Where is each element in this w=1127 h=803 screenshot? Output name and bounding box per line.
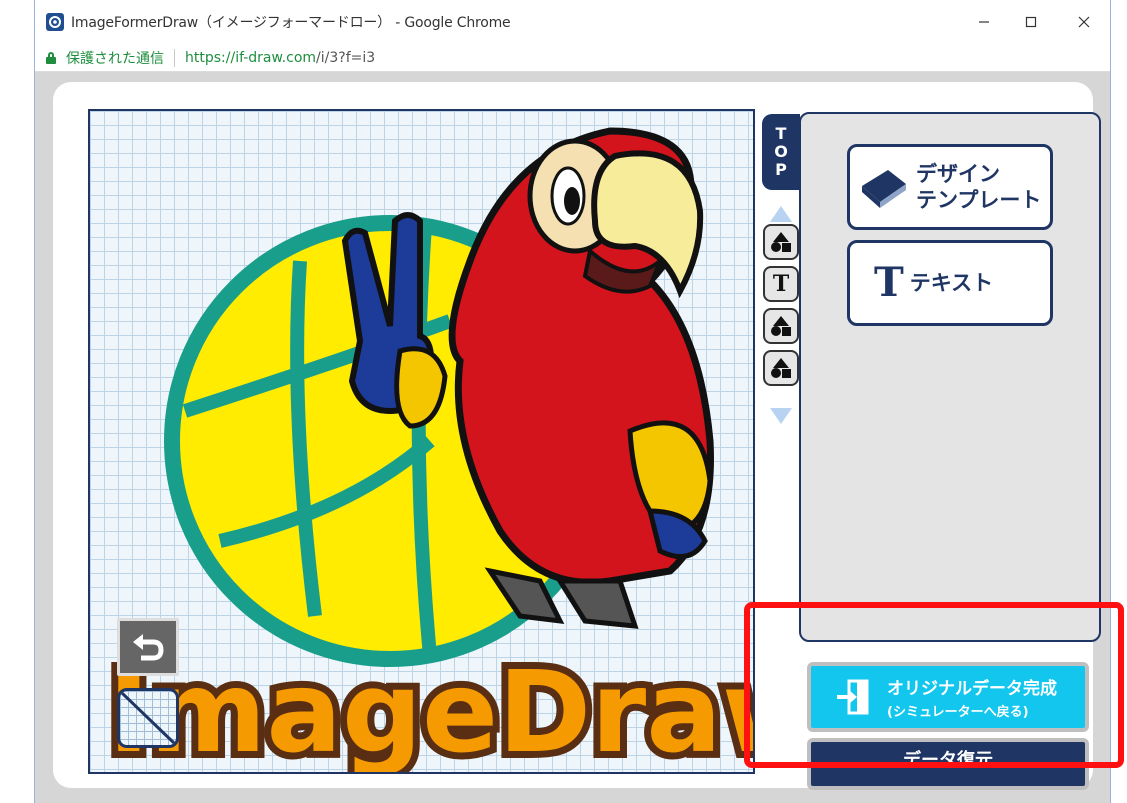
title-bar: ImageFormerDraw（イメージフォーマードロー） - Google C…	[35, 0, 1110, 44]
scroll-down-arrow-icon[interactable]	[770, 408, 792, 424]
undo-icon	[133, 634, 164, 661]
text-button[interactable]: T テキスト	[847, 240, 1053, 326]
menu-panel: デザイン テンプレート T テキスト	[799, 112, 1101, 642]
url-scheme: https://	[185, 49, 236, 66]
layer-shape-button[interactable]	[763, 224, 799, 260]
lock-icon	[46, 51, 56, 64]
editor-panel: ImageDraw T O P T デザイン テンプレート T テキスト オリジ…	[53, 82, 1124, 790]
minimize-button[interactable]	[969, 8, 999, 36]
address-separator	[174, 48, 175, 67]
logo-text: ImageDraw	[108, 648, 755, 774]
top-tab-letter: P	[775, 160, 787, 179]
maximize-icon	[1025, 16, 1037, 28]
address-bar[interactable]: 保護された通信 https:// if-draw.com /i/3?f=i3	[35, 44, 1110, 72]
shapes-icon	[771, 232, 791, 252]
security-label: 保護された通信	[66, 50, 164, 67]
design-template-line2: テンプレート	[916, 188, 1042, 212]
text-button-label: テキスト	[909, 271, 994, 295]
maximize-button[interactable]	[1016, 8, 1046, 36]
highlight-annotation	[744, 602, 1124, 768]
url-path: /i/3?f=i3	[316, 49, 376, 66]
imagedraw-logo-graphic[interactable]: ImageDraw	[101, 641, 755, 774]
window-title: ImageFormerDraw（イメージフォーマードロー） - Google C…	[71, 15, 511, 31]
close-icon	[1078, 16, 1090, 28]
url-host: if-draw.com	[235, 49, 317, 66]
top-tab[interactable]: T O P	[762, 114, 800, 190]
browser-window: ImageFormerDraw（イメージフォーマードロー） - Google C…	[34, 0, 1124, 803]
undo-button[interactable]	[117, 618, 179, 676]
text-t-icon: T	[874, 259, 904, 306]
text-tool-icon: T	[772, 271, 790, 297]
layer-shape-button[interactable]	[763, 350, 799, 386]
design-template-line1: デザイン	[916, 162, 1000, 186]
layer-shape-button[interactable]	[763, 308, 799, 344]
page-content: ImageDraw T O P T デザイン テンプレート T テキスト オリジ…	[35, 72, 1124, 803]
design-template-button[interactable]: デザイン テンプレート	[847, 144, 1053, 230]
close-window-button[interactable]	[1069, 8, 1099, 36]
top-tab-letter: O	[774, 142, 788, 161]
minimize-icon	[979, 21, 989, 23]
scroll-up-arrow-icon[interactable]	[770, 206, 792, 222]
book-icon	[862, 170, 906, 208]
grid-toggle-button[interactable]	[117, 688, 179, 748]
canvas-artwork[interactable]: ImageDraw	[90, 111, 755, 774]
app-icon	[46, 13, 64, 31]
top-tab-letter: T	[775, 124, 787, 143]
shapes-icon	[771, 358, 791, 378]
grid-icon	[120, 691, 176, 745]
layer-text-button[interactable]: T	[763, 266, 799, 302]
drawing-canvas[interactable]: ImageDraw	[88, 109, 755, 774]
shapes-icon	[771, 316, 791, 336]
